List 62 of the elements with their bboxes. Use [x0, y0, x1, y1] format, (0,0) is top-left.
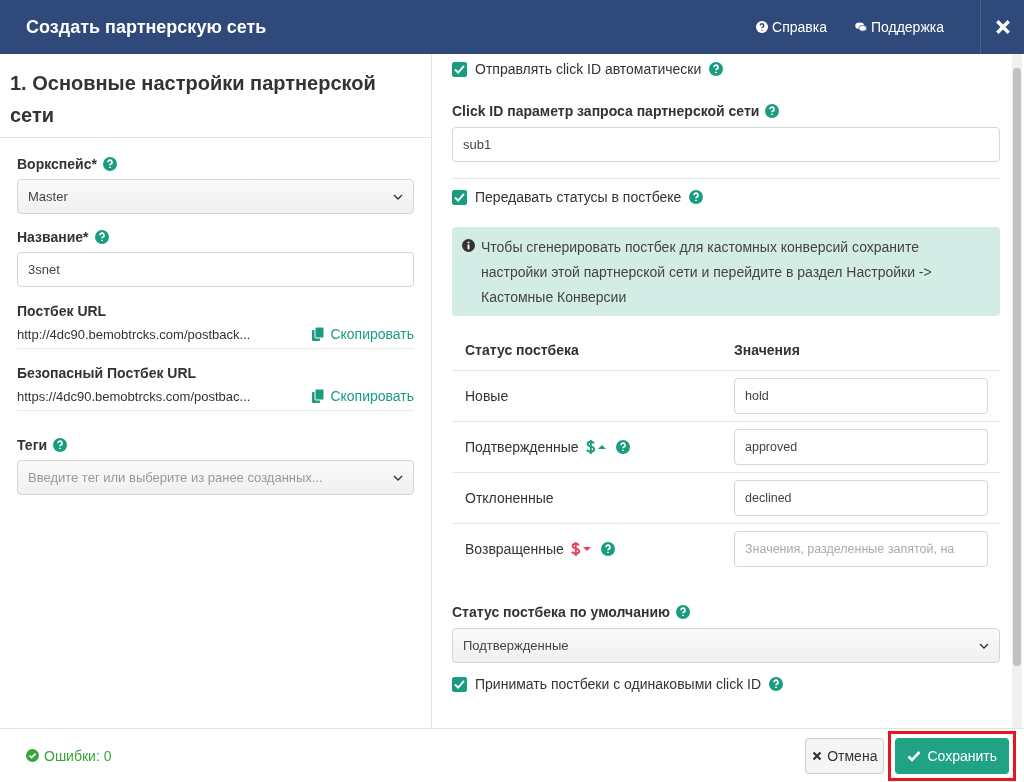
checkbox-label: Передавать статусы в постбеке: [475, 189, 682, 205]
postback-url: http://4dc90.bemobtrcks.com/postback...: [17, 326, 251, 342]
help-icon: [615, 440, 630, 454]
chevron-down-icon: [393, 474, 403, 481]
info-icon: [462, 239, 475, 252]
copy-icon: [312, 389, 325, 403]
status-label: Новые: [465, 388, 509, 404]
dollar-up-icon: [584, 439, 607, 455]
help-icon: [53, 438, 68, 452]
scrollbar[interactable]: [1012, 54, 1022, 728]
help-icon: [765, 104, 780, 118]
modal-title: Создать партнерскую сеть: [25, 16, 268, 38]
status-value-input[interactable]: declined: [734, 480, 988, 516]
help-icon: [756, 21, 769, 33]
field-label: Безопасный Постбек URL: [17, 365, 197, 381]
chevron-down-icon: [393, 193, 403, 200]
status-label: Отклоненные: [465, 490, 554, 506]
field-label: Click ID параметр запроса партнерской сети: [452, 103, 760, 119]
checkbox-label: Принимать постбеки с одинаковыми click ID: [475, 676, 762, 692]
click-id-parameter-input[interactable]: sub1: [452, 127, 1000, 162]
workspace-select[interactable]: Master: [17, 179, 414, 214]
field-label: Теги: [17, 437, 48, 453]
field-label: Название*: [17, 229, 89, 245]
checkmark-icon: [907, 749, 922, 762]
field-label: Постбек URL: [17, 303, 107, 319]
help-icon: [676, 605, 690, 619]
help-icon: [769, 677, 784, 691]
name-input[interactable]: 3snet: [17, 252, 414, 287]
column-header: Статус постбека: [464, 342, 580, 358]
checkbox-label: Отправлять click ID автоматически: [475, 61, 702, 77]
status-value-input[interactable]: approved: [734, 429, 988, 465]
help-icon: [689, 190, 704, 204]
section-heading: 1. Основные настройки партнерской сети: [10, 71, 377, 128]
status-value-input[interactable]: Значения, разделенные запятой, на: [734, 531, 988, 567]
help-icon: [600, 542, 615, 556]
chat-bubbles-icon: [854, 21, 867, 33]
status-label: Подтвержденные: [465, 439, 579, 455]
close-icon: [994, 19, 1011, 35]
field-label: Статус постбека по умолчанию: [452, 604, 670, 620]
checkbox[interactable]: [452, 676, 467, 692]
close-icon: [812, 750, 823, 761]
checkbox[interactable]: [452, 61, 467, 77]
error-count: Ошибки: 0: [44, 747, 112, 764]
help-icon: [102, 157, 117, 171]
help-icon: [94, 230, 109, 244]
default-status-select[interactable]: Подтвержденные: [452, 628, 1000, 663]
help-icon: [709, 62, 724, 76]
postback-url: https://4dc90.bemobtrcks.com/postbac...: [17, 388, 251, 404]
checkbox[interactable]: [452, 189, 467, 205]
field-label: Воркспейс*: [17, 156, 97, 172]
info-text: Чтобы сгенерировать постбек для кастомных конверсий сохраните настройки этой партнерской сети и перейдите в раздел Настройки -> Кастомные Конверсии: [481, 238, 933, 307]
scrollbar-thumb[interactable]: [1013, 68, 1021, 666]
cancel-button[interactable]: Отмена: [805, 737, 885, 774]
check-circle-icon: [26, 749, 39, 762]
copy-icon: [312, 327, 325, 341]
header-link[interactable]: Поддержка: [854, 19, 944, 35]
chevron-down-icon: [979, 642, 989, 649]
column-header: Значения: [734, 342, 801, 358]
dollar-down-icon: [569, 541, 592, 557]
header-link[interactable]: Справка: [756, 19, 827, 35]
status-label: Возвращенные: [465, 541, 564, 557]
status-value-input[interactable]: hold: [734, 378, 988, 414]
